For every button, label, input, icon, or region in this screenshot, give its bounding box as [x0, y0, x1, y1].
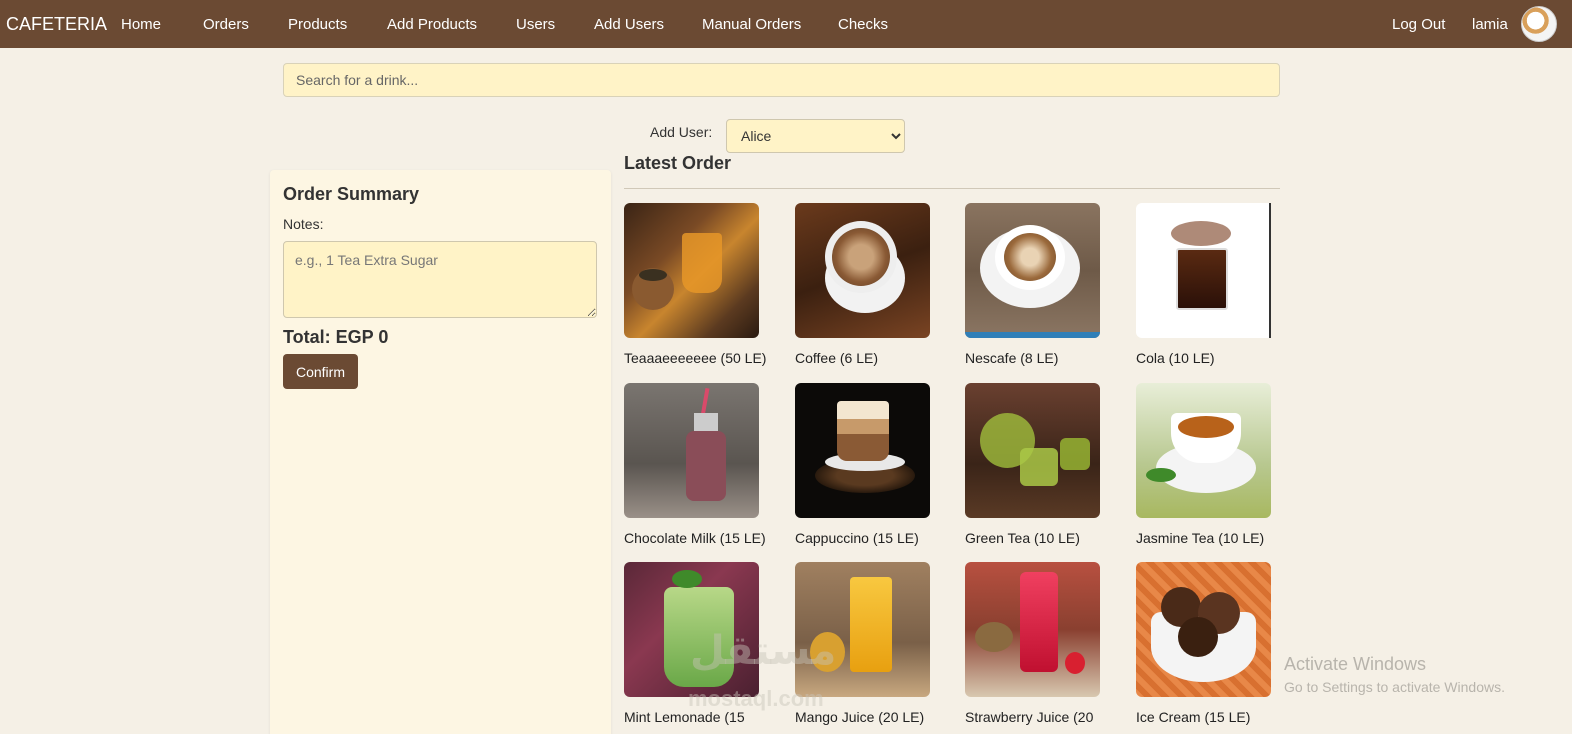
- product-label: Cola (10 LE): [1136, 350, 1215, 366]
- ice-cream-image[interactable]: [1136, 562, 1271, 697]
- user-select[interactable]: Alice: [726, 119, 905, 153]
- product-card-cappuccino[interactable]: Cappuccino (15 LE): [795, 383, 955, 546]
- strawberry-juice-image[interactable]: [965, 562, 1100, 697]
- latest-order-title: Latest Order: [624, 153, 732, 173]
- order-summary-title: Order Summary: [283, 184, 420, 204]
- nav-checks[interactable]: Checks: [838, 16, 888, 33]
- coffee-image[interactable]: [795, 203, 930, 338]
- brand-logo[interactable]: CAFETERIA: [6, 14, 107, 35]
- nav-add-products[interactable]: Add Products: [387, 16, 477, 33]
- chocolate-milk-image[interactable]: [624, 383, 759, 518]
- nav-home[interactable]: Home: [121, 16, 161, 33]
- notes-field[interactable]: [283, 241, 597, 318]
- divider: [624, 188, 1280, 189]
- product-card-nescafe[interactable]: Nescafe (8 LE): [965, 203, 1125, 366]
- nav-users[interactable]: Users: [516, 16, 555, 33]
- activate-title: Activate Windows: [1284, 654, 1427, 674]
- product-card-coffee[interactable]: Coffee (6 LE): [795, 203, 955, 366]
- navbar: CAFETERIA Home Orders Products Add Produ…: [0, 0, 1572, 48]
- product-label: Jasmine Tea (10 LE): [1136, 530, 1265, 546]
- product-label: Ice Cream (15 LE): [1136, 709, 1251, 725]
- activate-subtitle: Go to Settings to activate Windows.: [1284, 679, 1505, 695]
- product-card-cola[interactable]: Cola (10 LE): [1136, 203, 1296, 366]
- cappuccino-image[interactable]: [795, 383, 930, 518]
- site-watermark: مستقل: [690, 629, 837, 673]
- product-label: Teaaaeeeeeee (50 LE): [624, 350, 767, 366]
- product-label: Green Tea (10 LE): [965, 530, 1080, 546]
- notes-label: Notes:: [283, 216, 324, 232]
- product-label: Cappuccino (15 LE): [795, 530, 919, 546]
- product-label: Chocolate Milk (15 LE): [624, 530, 766, 546]
- order-summary-panel: Order Summary Notes: Total: EGP 0 Confir…: [270, 170, 611, 734]
- green-tea-image[interactable]: [965, 383, 1100, 518]
- product-card-tea[interactable]: Teaaaeeeeeee (50 LE): [624, 203, 784, 366]
- product-card-ice-cream[interactable]: Ice Cream (15 LE): [1136, 562, 1296, 725]
- logout-link[interactable]: Log Out: [1392, 16, 1445, 33]
- cola-image[interactable]: [1136, 203, 1271, 338]
- nav-orders[interactable]: Orders: [203, 16, 249, 33]
- product-card-green-tea[interactable]: Green Tea (10 LE): [965, 383, 1125, 546]
- product-label: Coffee (6 LE): [795, 350, 879, 366]
- product-card-chocolate-milk[interactable]: Chocolate Milk (15 LE): [624, 383, 784, 546]
- nav-add-users[interactable]: Add Users: [594, 16, 664, 33]
- add-user-label: Add User:: [650, 124, 713, 140]
- product-card-strawberry-juice[interactable]: Strawberry Juice (20: [965, 562, 1125, 725]
- site-watermark-url: mostaql.com: [688, 686, 824, 711]
- activate-windows-notice: Activate Windows Go to Settings to activ…: [1284, 654, 1505, 695]
- jasmine-tea-image[interactable]: [1136, 383, 1271, 518]
- product-label: Nescafe (8 LE): [965, 350, 1059, 366]
- nav-products[interactable]: Products: [288, 16, 347, 33]
- order-total: Total: EGP 0: [283, 327, 389, 347]
- nescafe-image[interactable]: [965, 203, 1100, 338]
- product-card-jasmine-tea[interactable]: Jasmine Tea (10 LE): [1136, 383, 1296, 546]
- product-label: Strawberry Juice (20: [965, 709, 1094, 725]
- confirm-button[interactable]: Confirm: [283, 354, 358, 389]
- nav-manual-orders[interactable]: Manual Orders: [702, 16, 801, 33]
- tea-image[interactable]: [624, 203, 759, 338]
- username-label: lamia: [1472, 16, 1508, 33]
- avatar[interactable]: [1521, 6, 1557, 42]
- search-input[interactable]: [283, 63, 1280, 97]
